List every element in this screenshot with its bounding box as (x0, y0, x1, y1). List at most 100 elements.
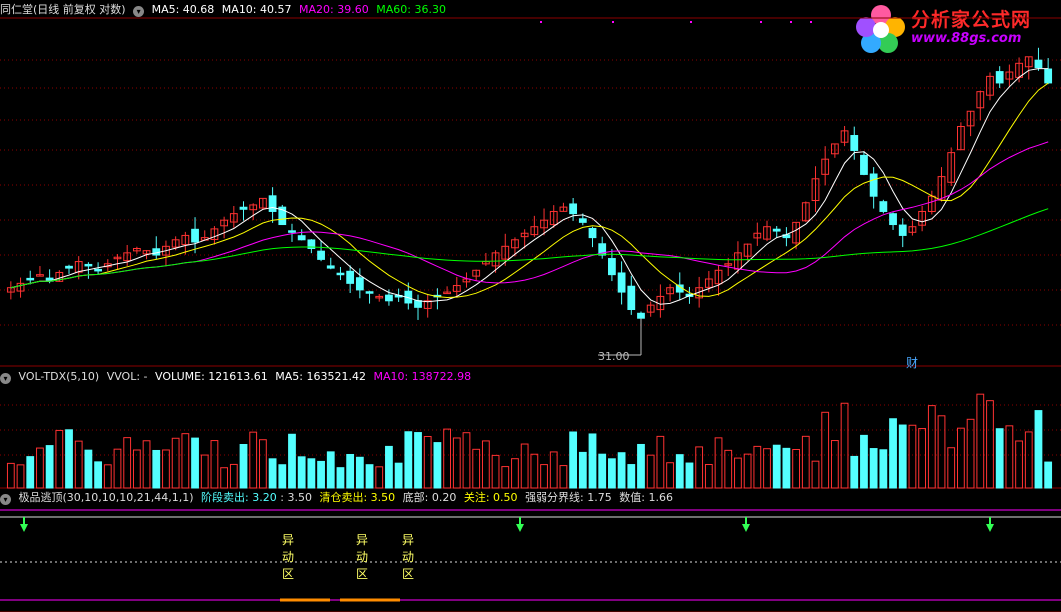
candle-body (26, 277, 35, 281)
volume-bar (908, 424, 917, 489)
candle-body (637, 312, 645, 319)
volume-bar (801, 435, 810, 489)
candle-body (317, 250, 325, 260)
top-marker-dot (612, 21, 614, 23)
volume-bar (608, 458, 616, 489)
volume-bar (617, 452, 626, 489)
candle-body (355, 277, 364, 291)
volume-bar (423, 436, 432, 489)
volume-bar (297, 456, 306, 489)
candle-body (860, 154, 868, 175)
candle-body (772, 228, 781, 232)
volume-bar (36, 447, 44, 489)
volume-bar (947, 447, 956, 489)
volume-bar (976, 393, 985, 489)
volume-bar (675, 454, 684, 489)
candle-body (1044, 68, 1053, 84)
volume-bar (704, 464, 713, 489)
candle-body (869, 173, 878, 197)
volume-bar (666, 462, 674, 489)
candle-body (239, 206, 248, 210)
candle-body (578, 218, 587, 223)
volume-bar (132, 449, 141, 489)
volume-bar (181, 433, 190, 489)
candle-body (627, 285, 636, 311)
candle-body (1034, 59, 1043, 69)
grid-lines (0, 17, 1061, 612)
volume-bar (394, 462, 403, 489)
volume-bar (598, 453, 607, 489)
anomaly-zone-label: 异动区 (281, 533, 294, 581)
anomaly-zone-label: 异动区 (355, 533, 368, 581)
volume-bar (365, 464, 374, 489)
volume-bar (404, 431, 413, 489)
volume-bar (16, 464, 25, 489)
volume-bar (45, 445, 54, 489)
anomaly-zone-label: 异动区 (401, 533, 414, 581)
volume-bar (782, 447, 791, 489)
volume-bar (695, 446, 704, 489)
volume-bar (724, 449, 733, 489)
volume-bars (6, 393, 1053, 489)
top-marker-dot (540, 21, 542, 23)
candle-body (617, 272, 626, 293)
volume-bar (772, 444, 781, 489)
ma5-line (10, 68, 1049, 305)
volume-bar (229, 463, 238, 489)
volume-bar (656, 435, 665, 489)
volume-bar (1024, 431, 1033, 489)
volume-bar (520, 443, 529, 489)
volume-bar (171, 437, 180, 489)
volume-bar (55, 429, 64, 489)
volume-bar (588, 433, 597, 489)
volume-bar (103, 464, 112, 489)
volume-bar (317, 460, 325, 489)
volume-bar (578, 451, 587, 489)
candle-body (414, 300, 422, 308)
volume-bar (94, 461, 102, 489)
volume-bar (336, 467, 345, 489)
volume-bar (879, 449, 888, 489)
volume-bar (491, 454, 500, 489)
volume-bar (743, 453, 752, 489)
candle-body (995, 71, 1004, 84)
volume-bar (889, 418, 897, 489)
volume-bar (288, 433, 296, 489)
volume-bar (142, 440, 151, 489)
volume-bar (65, 429, 73, 489)
financial-marker[interactable]: 财 (906, 354, 918, 371)
volume-bar (1015, 440, 1023, 489)
candle-body (608, 258, 616, 276)
chart-canvas (0, 0, 1061, 612)
volume-bar (734, 457, 742, 489)
volume-bar (869, 448, 878, 489)
volume-bar (152, 449, 161, 489)
top-marker-dot (760, 21, 762, 23)
volume-bar (385, 445, 393, 489)
volume-bar (1044, 461, 1053, 489)
volume-bar (753, 445, 762, 489)
volume-bar (540, 464, 548, 489)
volume-bar (355, 456, 364, 489)
volume-bar (433, 442, 442, 489)
volume-bar (74, 440, 83, 489)
candle-body (297, 235, 306, 241)
indicator-lines (20, 517, 994, 602)
volume-bar (646, 454, 655, 489)
volume-bar (414, 432, 422, 489)
volume-bar (986, 400, 994, 489)
volume-bar (811, 460, 820, 489)
volume-bar (443, 428, 451, 489)
volume-bar (6, 462, 15, 489)
candle-body (898, 224, 907, 236)
volume-bar (84, 449, 93, 489)
volume-bar (375, 466, 384, 489)
candle-body (889, 213, 897, 226)
moving-average-lines (10, 68, 1049, 356)
volume-bar (927, 405, 936, 489)
volume-bar (481, 440, 490, 489)
volume-bar (210, 440, 219, 489)
volume-bar (821, 411, 830, 489)
volume-bar (530, 453, 539, 489)
volume-bar (850, 455, 859, 489)
